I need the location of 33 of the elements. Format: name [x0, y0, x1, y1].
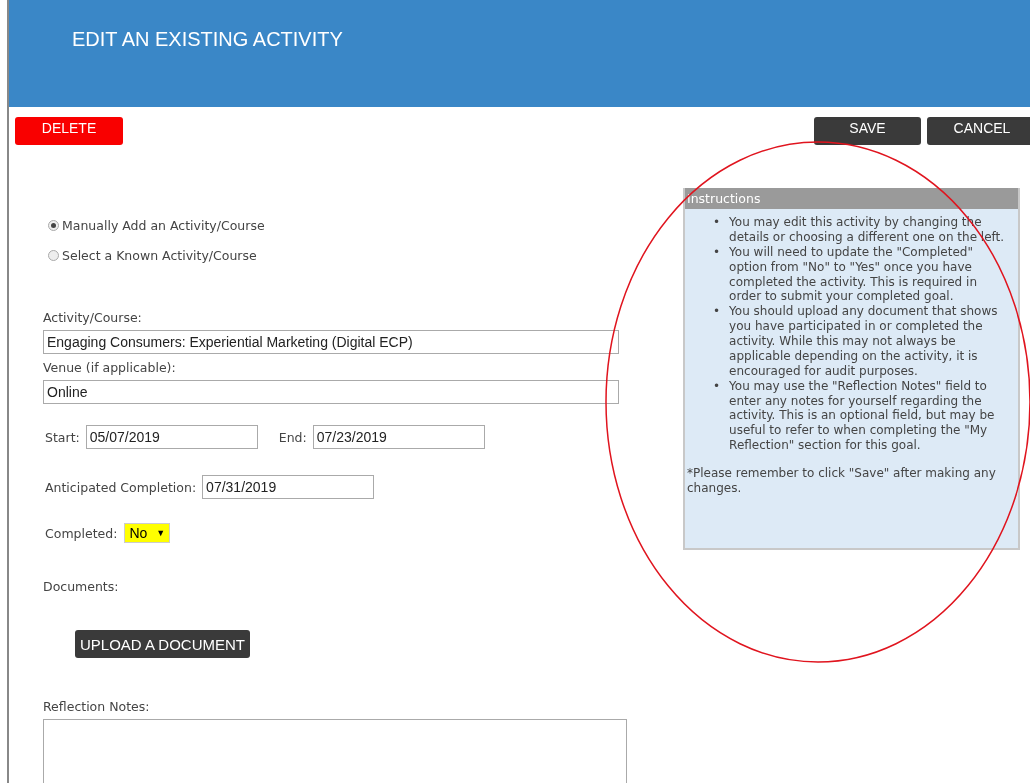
activity-field[interactable]: Engaging Consumers: Experiential Marketing (Digital ECP) [43, 330, 619, 354]
cancel-button[interactable]: CANCEL [927, 117, 1030, 145]
radio-button[interactable] [48, 250, 59, 261]
end-date-field[interactable]: 07/23/2019 [312, 425, 485, 449]
radio-button[interactable] [48, 220, 59, 231]
completed-dropdown[interactable]: No ▼ [124, 523, 171, 543]
field-label: Activity/Course: [43, 310, 142, 325]
instruction-note: *Please remember to click "Save" after making any changes. [687, 466, 997, 496]
bullet: • [713, 378, 721, 394]
instruction-item: You will need to update the "Completed" option from "No" to "Yes" once you have completed the activity. This is required in order to submit your completed goal. [729, 244, 978, 305]
bullet: • [713, 244, 721, 260]
page-title: EDIT AN EXISTING ACTIVITY [72, 28, 343, 50]
field-label: End: [278, 429, 307, 445]
delete-button[interactable]: DELETE [15, 117, 123, 145]
bullet: • [713, 215, 721, 230]
radio-label[interactable]: Manually Add an Activity/Course [62, 218, 265, 233]
bullet: • [713, 304, 721, 320]
completion-date-field[interactable]: 07/31/2019 [202, 475, 375, 499]
panel-title: Instructions [685, 188, 1018, 209]
instruction-item: You should upload any document that shows you have participated in or completed the activity. While this may not always be applicable depending on the activity, it is encouraged for audit purposes. [729, 304, 999, 379]
field-label: Start: [45, 429, 80, 445]
field-label: Reflection Notes: [43, 699, 150, 714]
field-label: Documents: [43, 579, 119, 594]
field-label: Completed: [45, 525, 118, 541]
save-button[interactable]: SAVE [814, 117, 921, 145]
venue-field[interactable]: Online [43, 380, 619, 404]
radio-label[interactable]: Select a Known Activity/Course [62, 248, 257, 263]
field-label: Anticipated Completion: [45, 479, 197, 495]
start-date-field[interactable]: 05/07/2019 [85, 425, 258, 449]
reflection-notes-field[interactable] [43, 719, 627, 783]
upload-button[interactable]: UPLOAD A DOCUMENT [75, 630, 251, 658]
instruction-item: You may use the "Reflection Notes" field to enter any notes for yourself regarding the activity. This is an optional field, but may be useful to refer to when completing the "My Reflection" section for this goal. [729, 378, 996, 453]
field-label: Venue (if applicable): [43, 360, 176, 375]
